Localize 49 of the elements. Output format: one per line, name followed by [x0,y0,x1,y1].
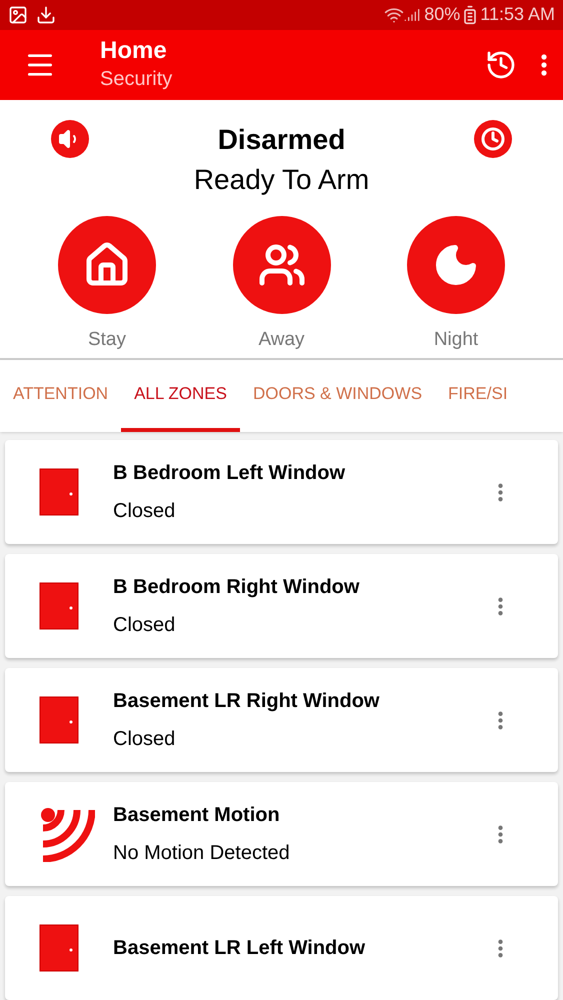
door-icon [39,696,79,744]
more-icon [498,824,503,844]
tab[interactable]: ALL ZONES [121,360,240,432]
image-icon [8,4,28,25]
battery-percent: 80% [424,3,460,26]
signal-icon [404,6,420,23]
zone-state: Closed [113,499,176,524]
zone-more-button[interactable] [498,710,503,730]
clock-time: 11:53 AM [480,3,555,26]
zone-more-button[interactable] [498,596,503,616]
more-icon [541,54,547,76]
zone-name: B Bedroom Right Window [113,575,360,600]
zone-card[interactable]: Basement LR Right Window Closed [5,668,558,772]
more-button[interactable] [541,54,547,76]
clock-button[interactable] [474,120,512,158]
clock-icon [481,126,505,151]
app-title: Home [100,36,168,65]
history-icon [485,48,517,81]
zone-name: Basement Motion [113,803,281,828]
more-icon [498,938,503,958]
zone-more-button[interactable] [498,482,503,502]
speaker-button[interactable] [51,120,89,158]
more-icon [498,482,503,502]
zone-state: Closed [113,613,176,638]
zone-more-button[interactable] [498,824,503,844]
download-icon [36,4,56,25]
zone-card[interactable]: Basement Motion No Motion Detected [5,782,558,886]
zone-card[interactable]: B Bedroom Left Window Closed [5,440,558,544]
history-button[interactable] [485,48,517,81]
zone-name: Basement LR Right Window [113,689,380,714]
zone-state: Closed [113,727,176,752]
app-subtitle: Security [100,66,172,92]
zone-card[interactable]: Basement LR Left Window [5,896,558,1000]
more-icon [498,596,503,616]
zone-name: Basement LR Left Window [113,936,366,961]
zone-state: No Motion Detected [113,841,291,866]
door-icon [39,582,79,630]
arm-status: Disarmed [218,124,346,156]
door-icon [39,468,79,516]
arm-mode-label: Away [258,328,305,352]
arm-mode-label: Stay [88,328,126,352]
door-icon [39,924,79,972]
zone-name: B Bedroom Left Window [113,461,346,486]
motion-sensor-icon [39,806,95,862]
zone-card[interactable]: B Bedroom Right Window Closed [5,554,558,658]
arm-message: Ready To Arm [194,164,370,196]
zone-more-button[interactable] [498,938,503,958]
arm-mode-label: Night [434,328,478,352]
more-icon [498,710,503,730]
